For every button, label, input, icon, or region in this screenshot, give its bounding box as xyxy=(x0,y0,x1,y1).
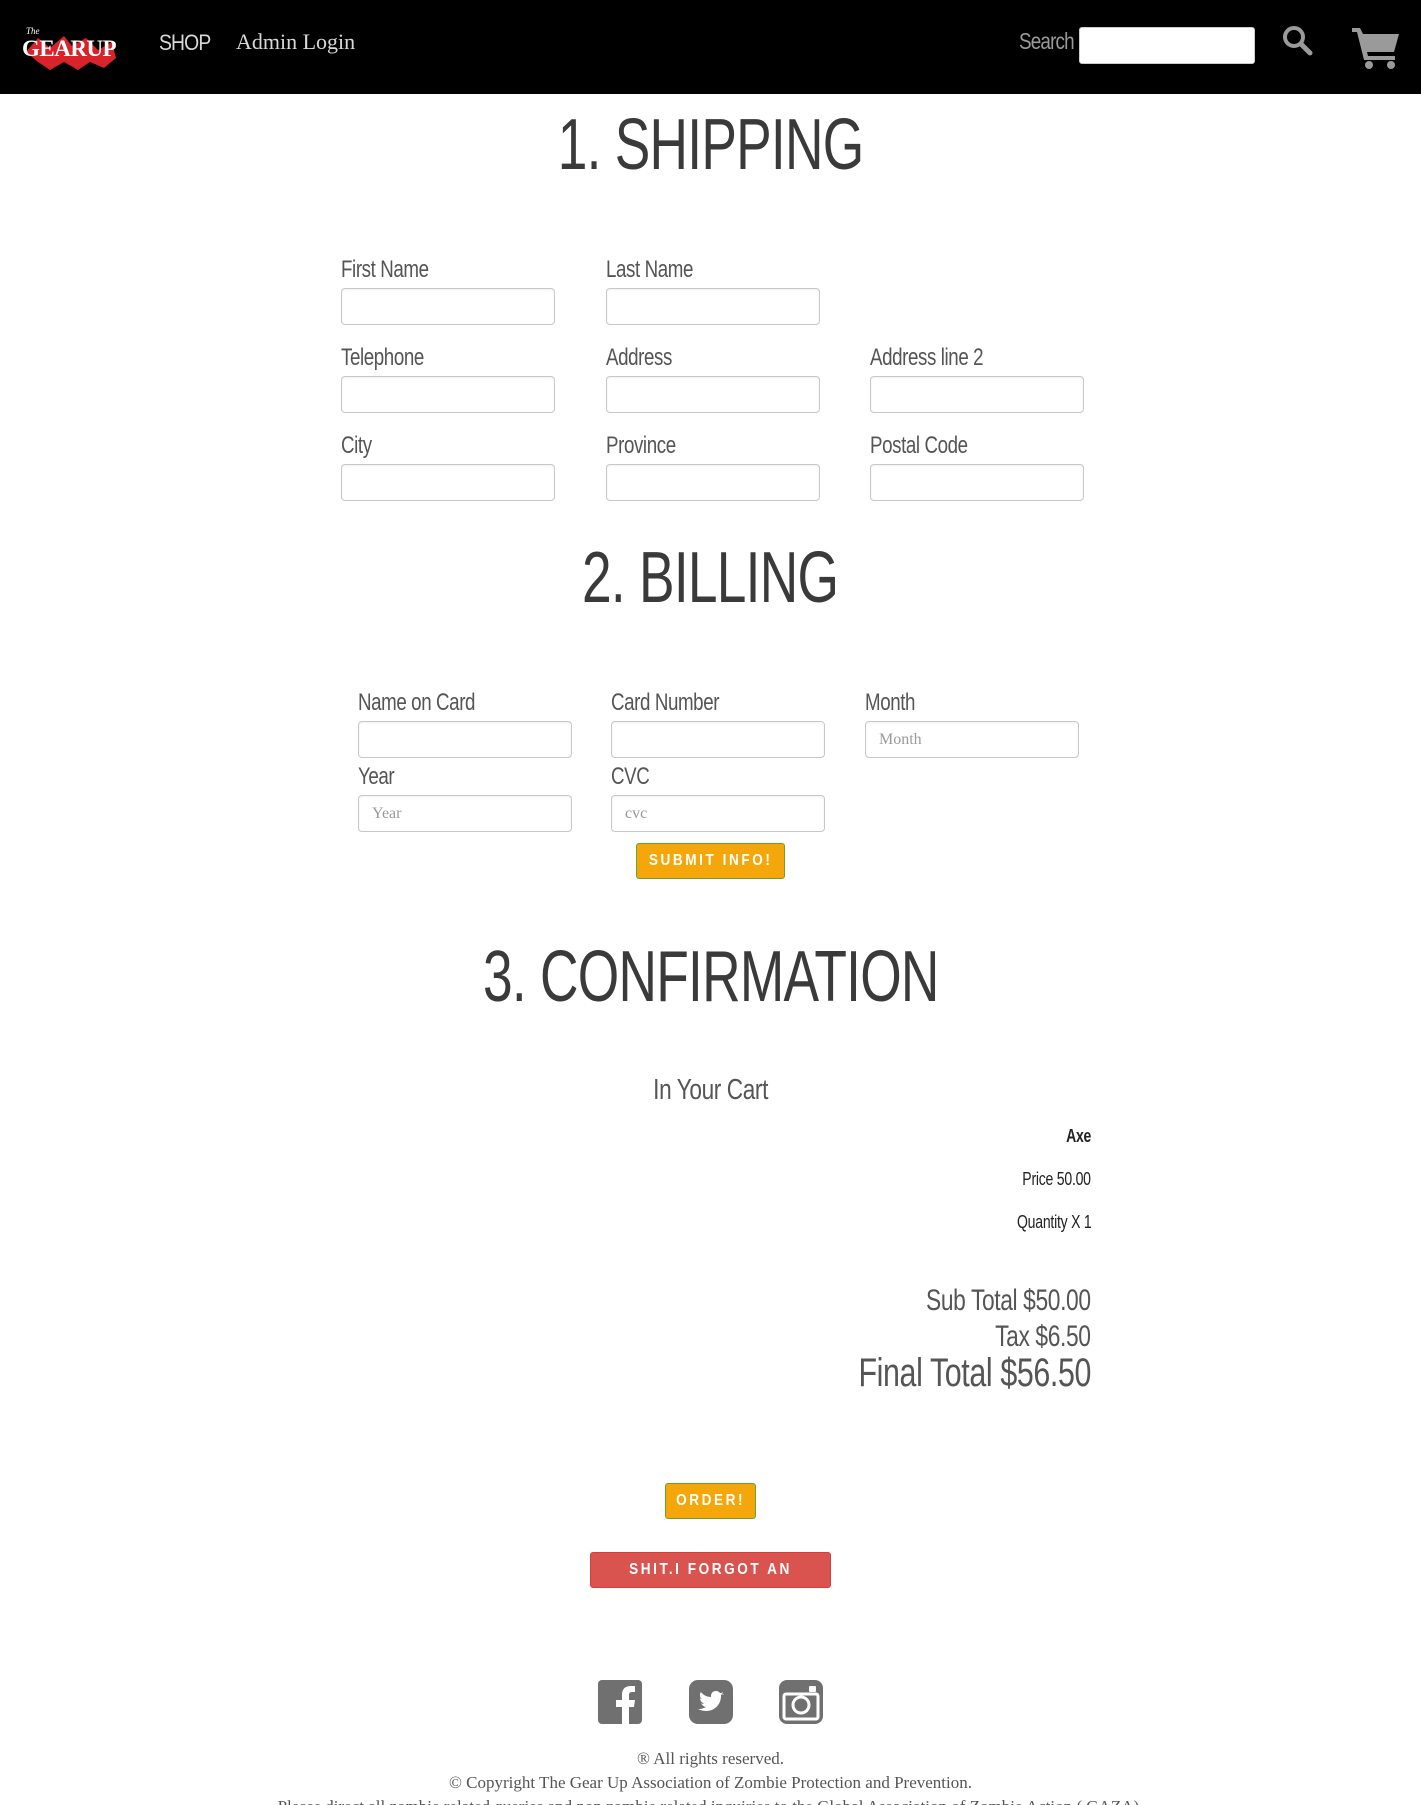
cart-icon[interactable] xyxy=(1351,24,1401,70)
city-field[interactable] xyxy=(341,464,555,501)
navbar: The GEARUP SHOP Admin Login Search xyxy=(0,0,1421,94)
postal-code-label: Postal Code xyxy=(870,432,968,459)
cvc-label: CVC xyxy=(611,763,650,790)
footer-rights: ® All rights reserved. xyxy=(637,1749,784,1768)
submit-info-button[interactable]: SUBMIT INFO! xyxy=(636,843,785,879)
logo-main-text: GEARUP xyxy=(22,36,117,61)
address-label: Address xyxy=(606,344,672,371)
cart-title: In Your Cart xyxy=(653,1074,768,1106)
card-number-label: Card Number xyxy=(611,689,720,716)
order-button[interactable]: ORDER! xyxy=(665,1483,756,1519)
first-name-label: First Name xyxy=(341,256,429,283)
final-total: Final Total $56.50 xyxy=(858,1351,1091,1395)
facebook-icon[interactable] xyxy=(598,1680,642,1724)
search-input[interactable] xyxy=(1079,27,1255,64)
province-label: Province xyxy=(606,432,676,459)
telephone-field[interactable] xyxy=(341,376,555,413)
footer-contact: Please direct all zombie related queries… xyxy=(0,1797,1421,1805)
logo-small-text: The xyxy=(26,26,40,36)
postal-code-field[interactable] xyxy=(870,464,1084,501)
forgot-item-button[interactable]: SHIT.I FORGOT AN ITEM. xyxy=(590,1552,831,1612)
cart-item-price: Price 50.00 xyxy=(1022,1169,1092,1189)
footer-copyright: © Copyright The Gear Up Association of Z… xyxy=(449,1773,972,1792)
cart-item-name: Axe xyxy=(1065,1126,1091,1146)
confirmation-heading: 3. CONFIRMATION xyxy=(482,937,939,1017)
address-line2-field[interactable] xyxy=(870,376,1084,413)
cvc-field[interactable] xyxy=(611,795,825,832)
name-on-card-field[interactable] xyxy=(358,721,572,758)
twitter-icon[interactable] xyxy=(689,1680,733,1724)
cart-item-quantity: Quantity X 1 xyxy=(1016,1212,1092,1232)
card-number-field[interactable] xyxy=(611,721,825,758)
search-icon[interactable] xyxy=(1281,24,1313,56)
month-label: Month xyxy=(865,689,916,716)
last-name-label: Last Name xyxy=(606,256,694,283)
address-field[interactable] xyxy=(606,376,820,413)
month-field[interactable] xyxy=(865,721,1079,758)
year-field[interactable] xyxy=(358,795,572,832)
first-name-field[interactable] xyxy=(341,288,555,325)
nav-shop-link[interactable]: SHOP xyxy=(159,30,211,56)
search-label: Search xyxy=(1019,28,1075,54)
telephone-label: Telephone xyxy=(341,344,424,371)
name-on-card-label: Name on Card xyxy=(358,689,476,716)
billing-heading: 2. BILLING xyxy=(582,538,839,618)
nav-admin-login-link[interactable]: Admin Login xyxy=(236,29,355,55)
instagram-icon[interactable] xyxy=(779,1680,823,1724)
tax-total: Tax $6.50 xyxy=(995,1320,1092,1353)
year-label: Year xyxy=(358,763,395,790)
gearup-logo[interactable]: The GEARUP xyxy=(20,24,120,70)
city-label: City xyxy=(341,432,372,459)
address-line2-label: Address line 2 xyxy=(870,344,984,371)
sub-total: Sub Total $50.00 xyxy=(926,1284,1091,1317)
shipping-heading: 1. SHIPPING xyxy=(557,105,864,185)
province-field[interactable] xyxy=(606,464,820,501)
last-name-field[interactable] xyxy=(606,288,820,325)
